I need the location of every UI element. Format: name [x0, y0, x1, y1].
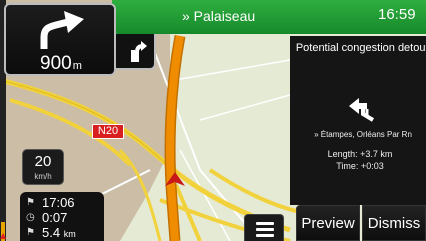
remaining-distance-unit: km [63, 229, 76, 239]
hamburger-menu-icon-bar [256, 234, 274, 237]
detour-time: Time: +0:03 [336, 161, 384, 171]
turn-distance-value: 900 [40, 53, 72, 74]
speed-limit-value: 20 [34, 153, 52, 170]
road-label-n20: N20 [92, 124, 124, 139]
stopwatch-icon: ◷ [26, 212, 35, 223]
detour-arrow-icon [349, 98, 375, 122]
navigation-screen: N20 ▲ » Palaiseau 16:59 900m 20 km/h ⚑ 1… [0, 0, 426, 241]
next-street-name: » Palaiseau [182, 8, 256, 24]
remaining-time: 0:07 [42, 210, 68, 225]
dismiss-button[interactable]: Dismiss [362, 205, 426, 241]
arrival-time: 17:06 [42, 195, 75, 210]
trip-info-box[interactable]: ⚑ 17:06 ◷ 0:07 ⚑ 5.4 km [20, 192, 104, 241]
hamburger-menu-icon-bar [256, 228, 274, 231]
speed-limit-box: 20 km/h [22, 149, 64, 185]
clock: 16:59 [378, 6, 416, 23]
turn-left-arrow-icon [40, 11, 84, 49]
turn-instruction-box[interactable]: 900m [4, 3, 116, 76]
remaining-distance-row: ⚑ 5.4 km [26, 225, 106, 240]
detour-title: Potential congestion detour: [295, 42, 426, 54]
distance-flag-icon: ⚑ [26, 227, 35, 238]
hamburger-menu-icon [256, 222, 274, 225]
remaining-time-row: ◷ 0:07 [26, 210, 106, 225]
turn-distance-unit: m [72, 60, 82, 72]
turn-distance: 900m [40, 53, 82, 75]
remaining-distance: 5.4 km [42, 225, 76, 240]
next-turn-icon [131, 41, 147, 62]
progress-car-icon: ▲ [0, 231, 7, 240]
detour-length: Length: +3.7 km [327, 149, 393, 159]
preview-button[interactable]: Preview [296, 205, 360, 241]
next-turn-box [116, 34, 156, 70]
arrival-row: ⚑ 17:06 [26, 195, 106, 210]
top-bar: » Palaiseau 16:59 [112, 0, 426, 34]
detour-panel: Potential congestion detour: » Étampes, … [290, 36, 426, 205]
menu-button[interactable] [244, 214, 284, 241]
finish-flag-icon: ⚑ [26, 197, 35, 208]
road-label-text: N20 [97, 125, 119, 137]
detour-route: » Étampes, Orléans Par Rn [314, 130, 412, 139]
remaining-distance-value: 5.4 [42, 225, 61, 240]
speed-limit-unit: km/h [34, 172, 52, 181]
